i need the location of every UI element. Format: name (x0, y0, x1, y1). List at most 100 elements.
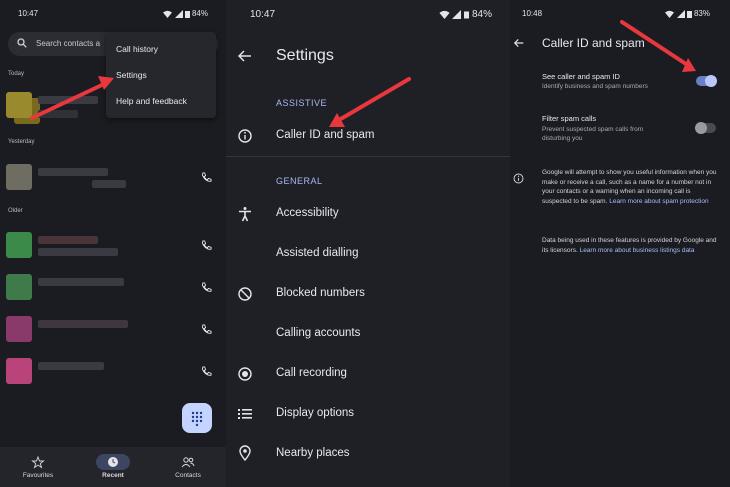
section-assistive: ASSISTIVE (276, 98, 328, 108)
search-icon (17, 38, 27, 48)
phone-icon[interactable] (201, 324, 212, 335)
status-bar: 10:47 84% (0, 8, 226, 20)
avatar (6, 164, 32, 190)
cellular-icon (676, 9, 685, 18)
section-yesterday: Yesterday (8, 139, 35, 145)
learn-more-listings-link[interactable]: Learn more about business listings data (580, 247, 695, 254)
contact-detail-blurred (92, 180, 126, 188)
phone-recents-screen: 10:47 84% Search contacts a Today Yester… (0, 0, 226, 487)
setting-accessibility[interactable]: Accessibility (276, 207, 339, 219)
page-title: Settings (276, 47, 334, 64)
menu-item-settings[interactable]: Settings (116, 70, 147, 80)
filter-spam-toggle[interactable] (695, 122, 716, 134)
back-arrow-icon[interactable] (514, 38, 524, 48)
cellular-icon (452, 9, 462, 19)
battery-percent: 83% (693, 9, 710, 18)
list-item[interactable] (0, 270, 226, 306)
see-caller-label: See caller and spam ID (542, 72, 620, 81)
nav-label: Favourites (22, 472, 54, 479)
nav-recent[interactable]: Recent (78, 447, 148, 479)
battery-icon (184, 10, 190, 18)
status-time: 10:47 (18, 9, 39, 18)
contact-detail-blurred (38, 248, 118, 256)
setting-blocked-numbers[interactable]: Blocked numbers (276, 287, 365, 299)
search-input[interactable]: Search contacts a (36, 39, 100, 48)
contact-name-blurred (38, 362, 104, 370)
nav-label: Recent (102, 472, 124, 479)
see-caller-description: Identify business and spam numbers (542, 83, 648, 90)
settings-screen: 10:47 84% Settings ASSISTIVE Caller ID a… (226, 0, 510, 487)
contact-name-blurred (38, 96, 98, 104)
location-pin-icon (239, 445, 251, 461)
phone-icon[interactable] (201, 172, 212, 183)
phone-icon[interactable] (201, 366, 212, 377)
divider (226, 156, 510, 157)
battery-icon (464, 11, 470, 19)
back-arrow-icon[interactable] (238, 49, 252, 63)
battery-percent: 84% (191, 9, 208, 18)
contact-name-blurred (38, 320, 128, 328)
wifi-icon (163, 10, 173, 18)
page-title: Caller ID and spam (542, 36, 645, 50)
list-item[interactable] (0, 312, 226, 348)
clock-icon (96, 454, 130, 470)
info-icon (238, 129, 252, 143)
nav-favourites[interactable]: Favourites (3, 447, 73, 479)
bottom-navigation: Favourites Recent Contacts (0, 447, 226, 487)
setting-calling-accounts[interactable]: Calling accounts (276, 327, 360, 339)
contact-name-blurred (38, 278, 124, 286)
contact-name-blurred (38, 168, 108, 176)
toggle-knob (695, 122, 707, 134)
nav-label: Contacts (175, 472, 201, 479)
cellular-icon (174, 9, 183, 18)
wifi-icon (665, 10, 675, 18)
see-caller-toggle[interactable] (696, 75, 717, 87)
dialpad-icon (191, 411, 203, 427)
status-time: 10:47 (250, 9, 276, 20)
setting-call-recording[interactable]: Call recording (276, 367, 347, 379)
status-icons: 84% (439, 9, 492, 20)
section-older: Older (8, 208, 23, 214)
battery-percent: 84% (471, 9, 492, 20)
learn-more-spam-link[interactable]: Learn more about spam protection (609, 198, 708, 205)
status-bar: 10:47 84% (226, 8, 510, 20)
battery-icon (686, 10, 692, 18)
status-bar: 10:48 83% (510, 8, 730, 20)
nav-contacts[interactable]: Contacts (153, 447, 223, 479)
people-icon (171, 454, 205, 470)
list-item[interactable] (0, 160, 226, 196)
status-time: 10:48 (522, 9, 543, 18)
phone-icon[interactable] (201, 240, 212, 251)
filter-spam-label: Filter spam calls (542, 114, 597, 123)
block-icon (238, 287, 252, 301)
setting-caller-id-spam[interactable]: Caller ID and spam (276, 129, 374, 141)
dialpad-button[interactable] (182, 403, 212, 433)
avatar (6, 274, 32, 300)
setting-nearby-places[interactable]: Nearby places (276, 447, 350, 459)
avatar (6, 92, 32, 118)
contact-detail-blurred (38, 110, 78, 118)
filter-spam-description: Prevent suspected spam calls from distur… (542, 126, 644, 142)
caller-id-spam-screen: 10:48 83% Caller ID and spam See caller … (510, 0, 730, 487)
setting-assisted-dialling[interactable]: Assisted dialling (276, 247, 358, 259)
list-item[interactable] (0, 228, 226, 264)
overflow-menu: Call history Settings Help and feedback (106, 32, 216, 118)
accessibility-icon (239, 207, 251, 222)
phone-icon[interactable] (201, 282, 212, 293)
record-icon (238, 367, 252, 381)
avatar (6, 232, 32, 258)
avatar (6, 316, 32, 342)
menu-item-help-feedback[interactable]: Help and feedback (116, 96, 187, 106)
toggle-knob (705, 75, 717, 87)
section-today: Today (8, 71, 25, 77)
status-icons: 83% (665, 9, 710, 18)
setting-display-options[interactable]: Display options (276, 407, 354, 419)
status-icons: 84% (163, 9, 208, 18)
menu-item-call-history[interactable]: Call history (116, 44, 158, 54)
star-icon (21, 454, 55, 470)
info-icon (513, 173, 524, 184)
list-item[interactable] (0, 354, 226, 390)
data-source-text: Data being used in these features is pro… (542, 236, 718, 255)
wifi-icon (439, 10, 450, 19)
list-icon (238, 409, 252, 419)
